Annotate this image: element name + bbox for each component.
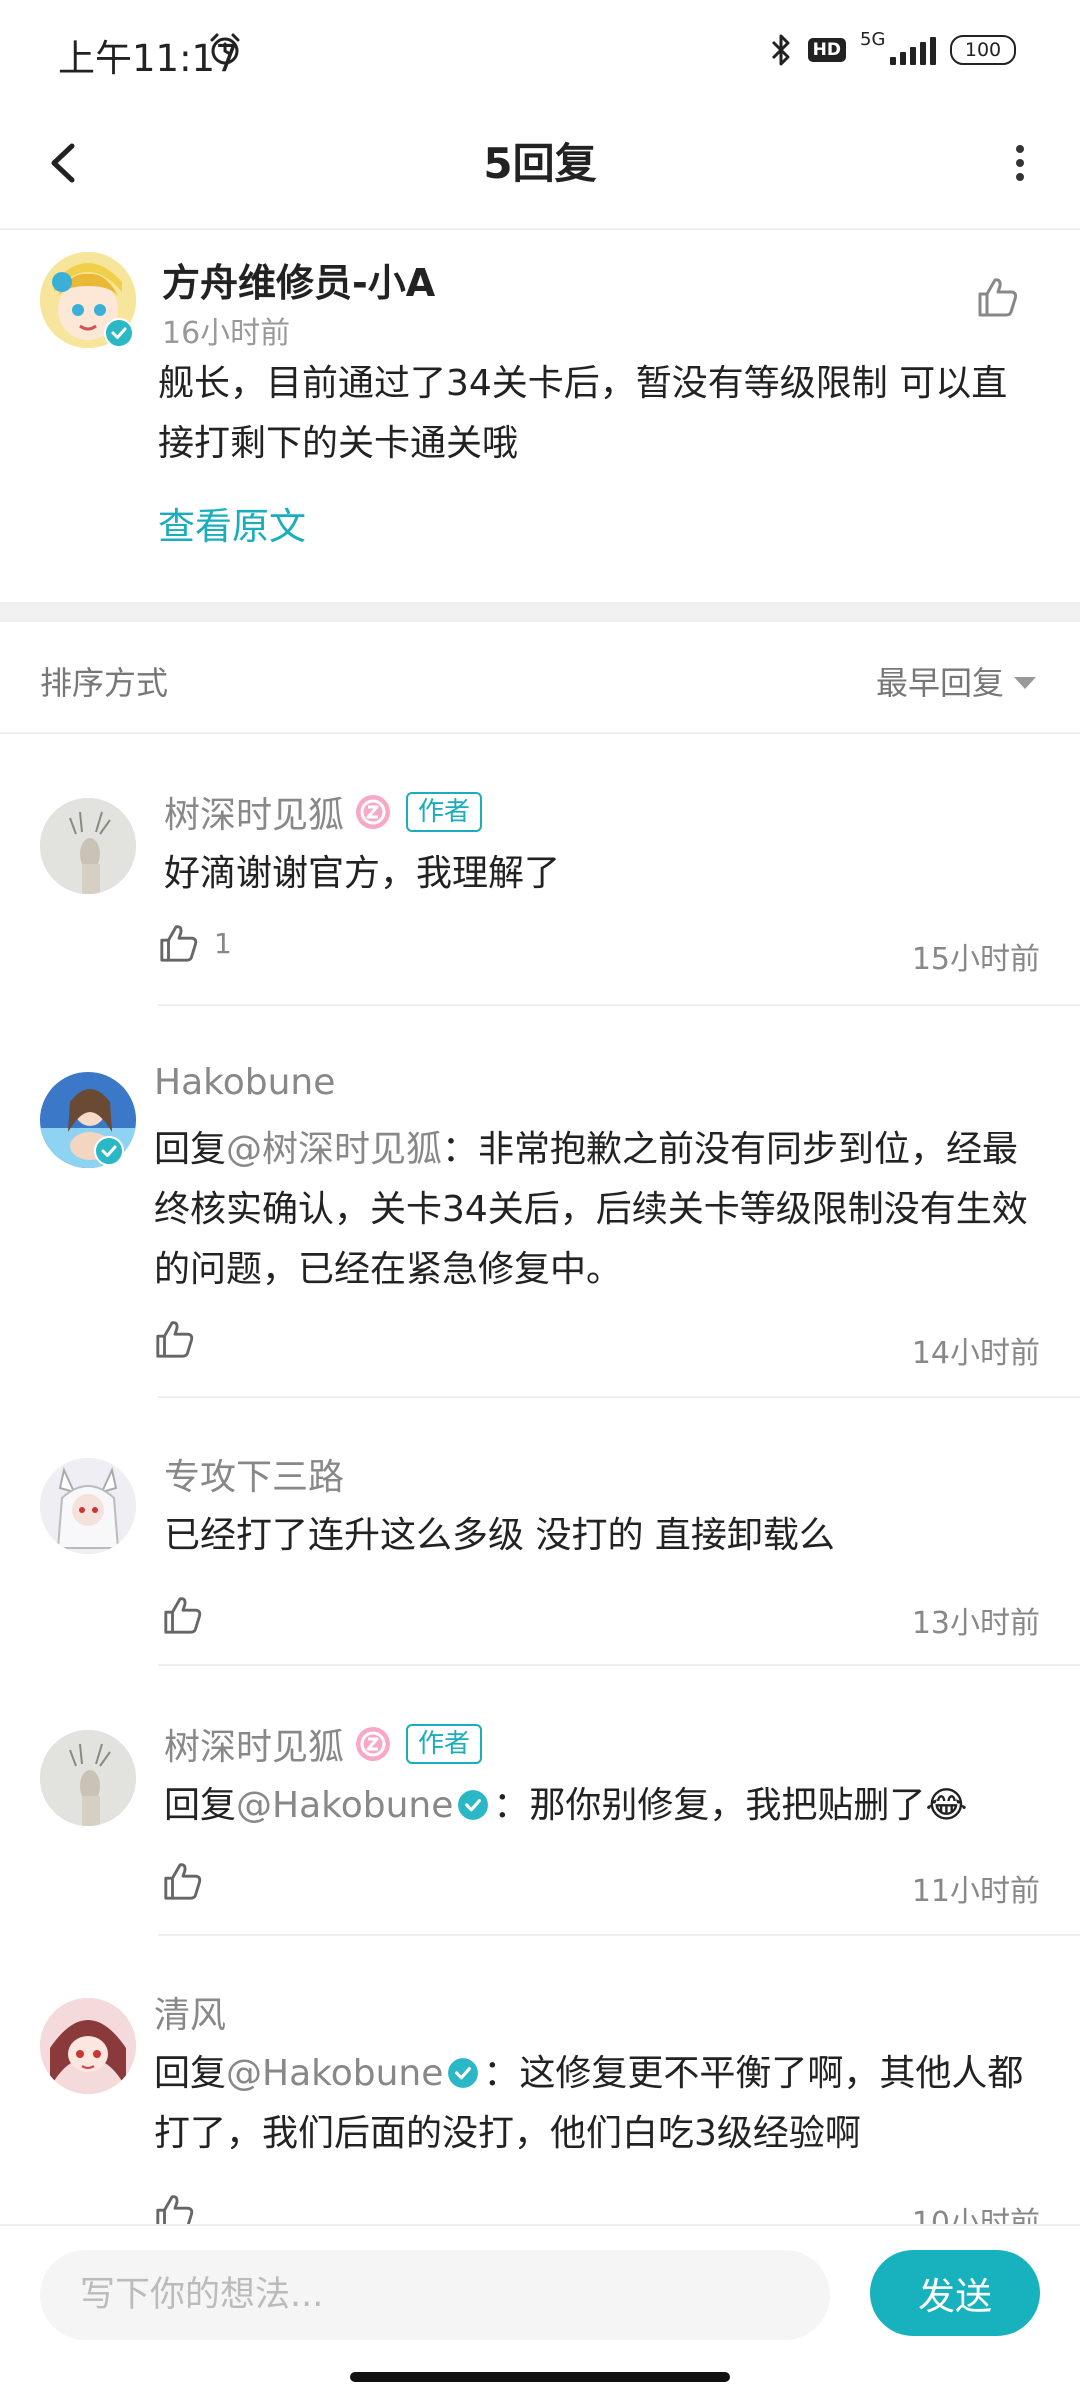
- thumbs-up-icon: [156, 1321, 194, 1358]
- reply-body: ：那你别修复，我把贴删了😂: [493, 1785, 968, 1826]
- avatar-image: [40, 1730, 136, 1826]
- verified-badge-icon: [94, 1136, 124, 1166]
- level-badge-icon: [356, 795, 391, 829]
- section-divider: [0, 602, 1080, 622]
- reply-prefix: 回复: [154, 1129, 227, 1170]
- reply-time: 14小时前: [911, 1336, 1040, 1371]
- avatar[interactable]: [40, 1458, 136, 1554]
- more-options-icon[interactable]: [990, 130, 1050, 196]
- reply-item: 树深时见狐 作者 回复@Hakobune ：那你别修复，我把贴删了😂 11小时前: [0, 1666, 1080, 1936]
- verified-badge-icon: [458, 1790, 489, 1820]
- top-nav-bar: 5回复: [0, 100, 1080, 230]
- verified-badge-icon: [104, 318, 134, 348]
- alarm-icon: [210, 33, 240, 65]
- dropdown-caret-icon: [1014, 677, 1036, 689]
- status-icons: HD 5G 100: [768, 29, 1016, 70]
- reply-author-name: 树深时见狐: [164, 1727, 345, 1768]
- like-button[interactable]: [162, 1594, 204, 1636]
- avatar[interactable]: [40, 798, 136, 894]
- mention-link[interactable]: @Hakobune: [226, 2053, 443, 2094]
- avatar-image: [40, 798, 136, 894]
- comment-input[interactable]: [40, 2250, 830, 2340]
- reply-author[interactable]: Hakobune: [154, 1062, 335, 1103]
- avatar-image: [40, 1458, 136, 1554]
- reply-text: 回复@树深时见狐：非常抱歉之前没有同步到位，经最终核实确认，关卡34关后，后续关…: [154, 1120, 1040, 1300]
- reply-time: 10小时前: [911, 2206, 1040, 2224]
- like-button[interactable]: [154, 2192, 196, 2224]
- reply-item: 树深时见狐 作者 好滴谢谢官方，我理解了 1 15小时前: [0, 734, 1080, 1006]
- reply-author-name: 清风: [154, 1995, 227, 2036]
- reply-prefix: 回复: [154, 2053, 227, 2094]
- home-indicator[interactable]: [350, 2372, 730, 2382]
- comment-composer: 发送: [0, 2224, 1080, 2400]
- avatar-image: [40, 1998, 136, 2094]
- reply-text: 好滴谢谢官方，我理解了: [164, 853, 561, 894]
- reply-item: Hakobune 回复@树深时见狐：非常抱歉之前没有同步到位，经最终核实确认，关…: [0, 1006, 1080, 1398]
- avatar[interactable]: [40, 1998, 136, 2094]
- original-comment: 方舟维修员-小A 16小时前 舰长，目前通过了34关卡后，暂没有等级限制 可以直…: [0, 230, 1080, 600]
- reply-item: 专攻下三路 已经打了连升这么多级 没打的 直接卸载么 13小时前: [0, 1398, 1080, 1666]
- sort-value: 最早回复: [875, 664, 1004, 702]
- mention-link[interactable]: @树深时见狐: [226, 1129, 442, 1170]
- thumbs-up-icon: [164, 1863, 202, 1900]
- view-original-link[interactable]: 查看原文: [158, 496, 306, 550]
- thumbs-up-icon[interactable]: [976, 275, 1020, 319]
- page-title: 5回复: [483, 139, 597, 188]
- network-type: 5G: [860, 29, 886, 50]
- reply-author-name: 树深时见狐: [164, 795, 345, 836]
- level-badge-icon: [356, 1727, 391, 1761]
- reply-text: 回复@Hakobune ：那你别修复，我把贴删了😂: [164, 1776, 1044, 1836]
- reply-prefix: 回复: [164, 1785, 237, 1826]
- mention-link[interactable]: @Hakobune: [236, 1785, 453, 1826]
- comment-time: 16小时前: [162, 316, 291, 351]
- comment-text: 舰长，目前通过了34关卡后，暂没有等级限制 可以直接打剩下的关卡通关哦: [158, 363, 1008, 464]
- hd-badge: HD: [807, 38, 846, 62]
- bluetooth-icon: [771, 34, 790, 66]
- reply-author-name: Hakobune: [154, 1062, 336, 1103]
- like-button[interactable]: 1: [158, 922, 232, 964]
- like-button[interactable]: [162, 1860, 204, 1902]
- signal-icon: 5G: [860, 29, 936, 65]
- reply-item: 清风 回复@Hakobune ：这修复更不平衡了啊，其他人都打了，我们后面的没打，…: [0, 1936, 1080, 2224]
- reply-author[interactable]: 树深时见狐 作者: [164, 786, 483, 838]
- author-name[interactable]: 方舟维修员-小A: [162, 252, 435, 307]
- send-button[interactable]: 发送: [870, 2250, 1040, 2336]
- reply-text: 回复@Hakobune ：这修复更不平衡了啊，其他人都打了，我们后面的没打，他们白…: [154, 2044, 1040, 2164]
- author-tag: 作者: [406, 792, 483, 832]
- thumbs-up-icon: [164, 1597, 202, 1634]
- reply-author[interactable]: 树深时见狐 作者: [164, 1718, 483, 1770]
- thumbs-up-icon: [156, 2195, 194, 2224]
- status-bar: 上午11:17 HD 5G 100: [0, 0, 1080, 100]
- thumbs-up-icon: [160, 925, 198, 962]
- author-tag: 作者: [406, 1724, 483, 1764]
- reply-text: 已经打了连升这么多级 没打的 直接卸载么: [164, 1515, 835, 1556]
- like-button[interactable]: [154, 1318, 196, 1360]
- verified-badge-icon: [448, 2058, 479, 2088]
- sort-dropdown[interactable]: 最早回复: [876, 658, 1036, 704]
- like-count: 1: [214, 926, 232, 960]
- reply-time: 11小时前: [911, 1874, 1040, 1909]
- reply-author[interactable]: 清风: [154, 1986, 226, 2038]
- reply-time: 13小时前: [911, 1606, 1040, 1641]
- reply-detail-screen: 上午11:17 HD 5G 100 5回复 方舟维修员-小A 16小时前 舰长，…: [0, 0, 1080, 2400]
- sort-label: 排序方式: [40, 664, 169, 702]
- reply-author-name: 专攻下三路: [164, 1457, 345, 1498]
- avatar[interactable]: [40, 1730, 136, 1826]
- sort-bar: 排序方式 最早回复: [0, 622, 1080, 734]
- reply-author[interactable]: 专攻下三路: [164, 1448, 344, 1500]
- reply-time: 15小时前: [911, 942, 1040, 977]
- battery-icon: 100: [950, 35, 1016, 65]
